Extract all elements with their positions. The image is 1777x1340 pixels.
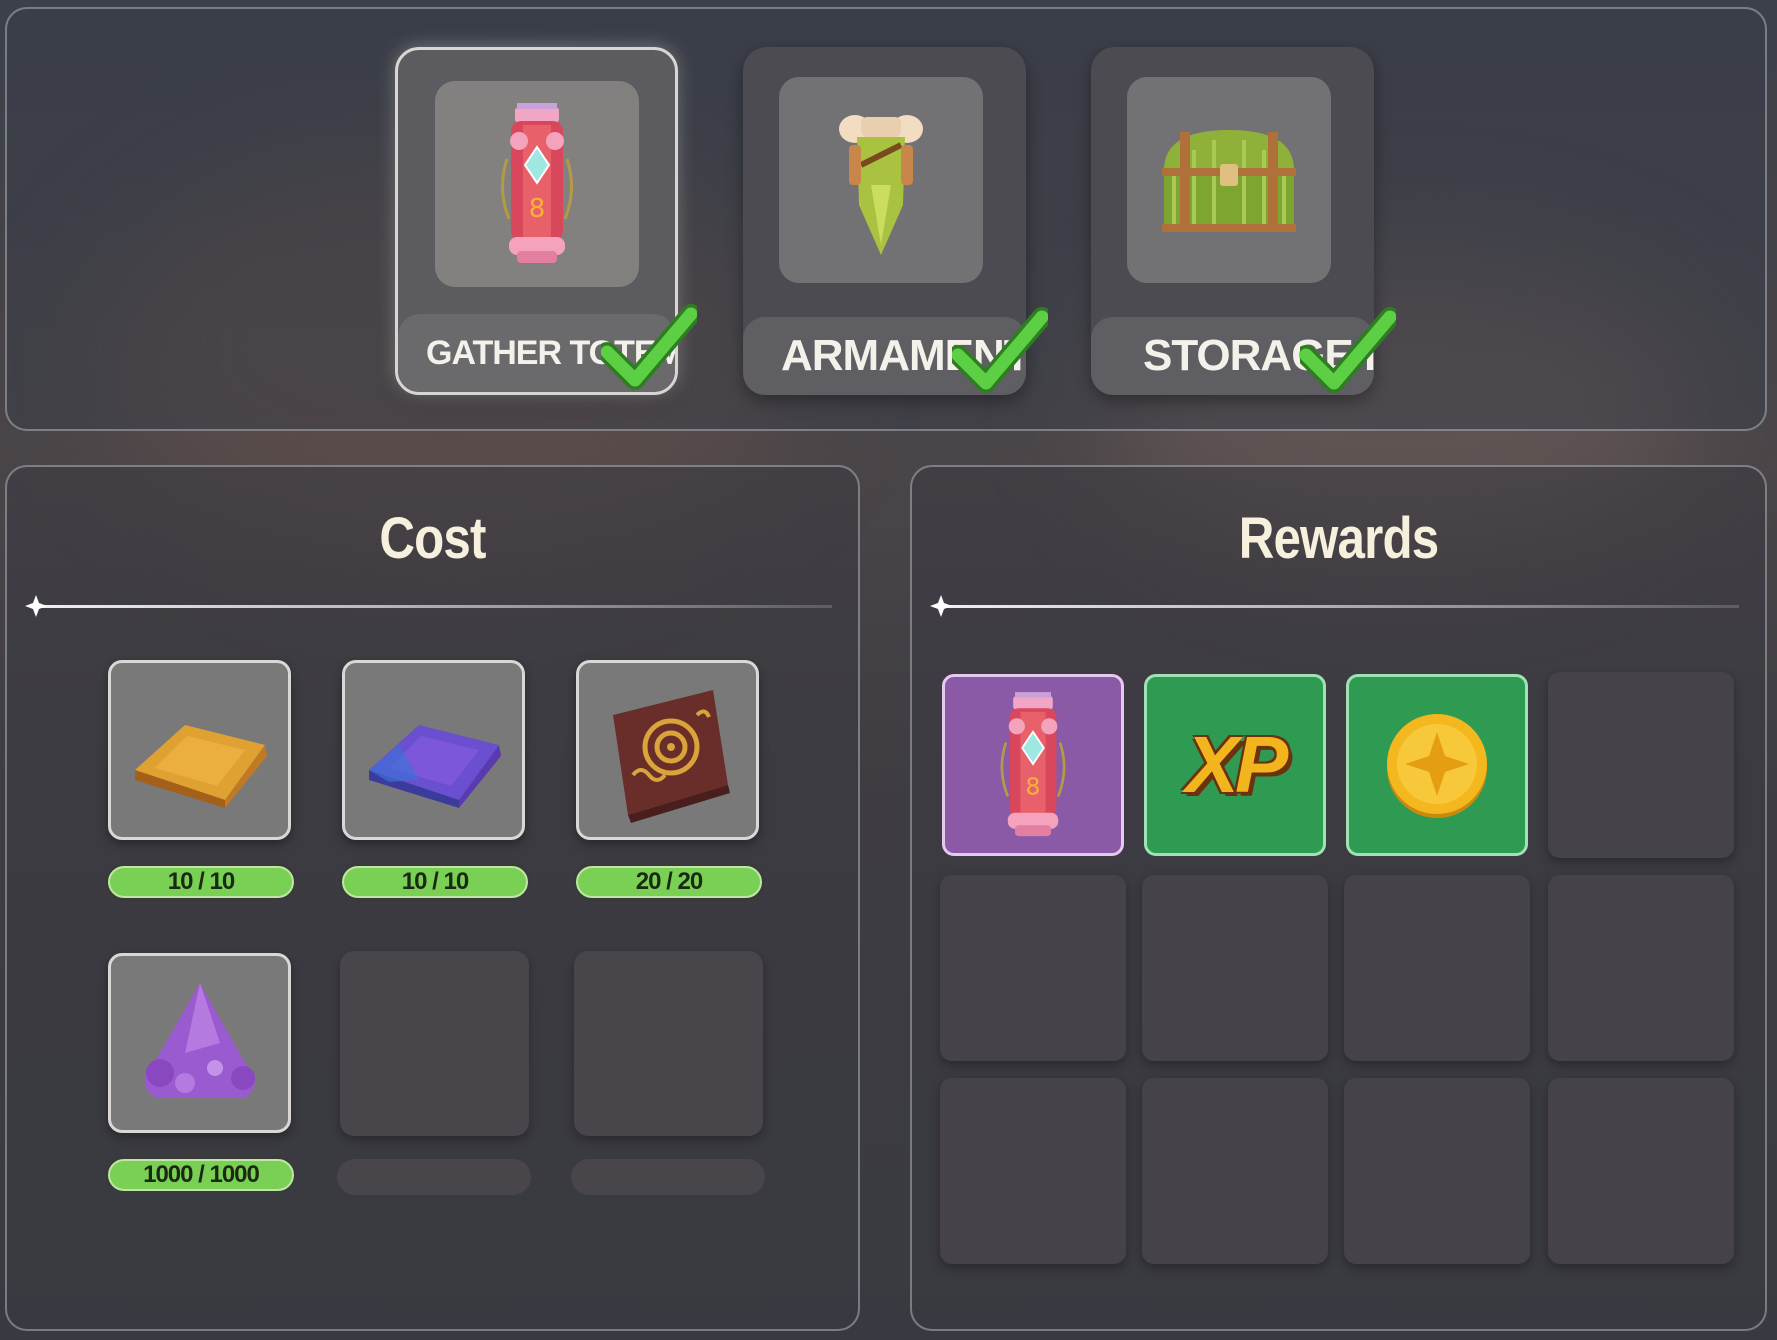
reward-slot-empty (1344, 1078, 1530, 1264)
upgrade-card-image: 8 (435, 81, 639, 287)
reward-slot-empty (940, 1078, 1126, 1264)
reward-slot-empty (1142, 875, 1328, 1061)
reward-slot-empty (940, 875, 1126, 1061)
rewards-panel: Rewards 8 XP (910, 465, 1767, 1331)
cost-item-progress: 20 / 20 (573, 863, 765, 901)
divider-star-icon (25, 595, 47, 617)
cost-item-blue-ingot[interactable] (342, 660, 525, 840)
cost-item-gold-ingot[interactable] (108, 660, 291, 840)
svg-text:8: 8 (529, 194, 546, 224)
cost-slot-empty (340, 951, 529, 1136)
cost-slot-empty-bar (571, 1159, 765, 1195)
purple-crystal-icon (143, 983, 255, 1098)
reward-slot-empty (1142, 1078, 1328, 1264)
upgrade-selector-panel: 8 GATHER TOTEM II (5, 7, 1767, 431)
cost-slot-empty (574, 951, 763, 1136)
reward-slot-empty (1548, 875, 1734, 1061)
gold-ingot-icon (134, 725, 267, 808)
reward-slot-empty (1548, 1078, 1734, 1264)
cost-title: Cost (379, 506, 486, 571)
gold-coin-icon (1387, 714, 1487, 818)
cost-divider (25, 595, 832, 617)
reward-xp[interactable]: XP (1144, 674, 1326, 856)
cost-item-progress: 10 / 10 (339, 863, 531, 901)
upgrade-card-gather-totem[interactable]: 8 GATHER TOTEM II (395, 47, 697, 395)
rune-tablet-icon (612, 690, 730, 823)
checkmark-icon (952, 307, 1048, 393)
totem-icon: 8 (1000, 692, 1066, 837)
reward-totem[interactable]: 8 (942, 674, 1124, 856)
reward-gold-coin[interactable] (1346, 674, 1528, 856)
xp-icon: XP (1185, 720, 1289, 809)
svg-text:8: 8 (1026, 773, 1041, 801)
cost-item-progress: 1000 / 1000 (105, 1156, 297, 1194)
checkmark-icon (1300, 307, 1396, 393)
reward-slot-empty (1344, 875, 1530, 1061)
cost-item-rune-tablet[interactable] (576, 660, 759, 840)
upgrade-card-storage[interactable]: STORAGE II (1091, 47, 1396, 395)
armor-icon (839, 115, 923, 255)
totem-icon: 8 (501, 103, 573, 263)
upgrade-card-armament[interactable]: ARMAMENT II (743, 47, 1048, 395)
chest-icon (1162, 130, 1296, 232)
upgrade-card-image (1127, 77, 1331, 283)
divider-star-icon (930, 595, 952, 617)
rewards-divider (930, 595, 1739, 617)
rewards-title: Rewards (1238, 506, 1439, 571)
checkmark-icon (601, 304, 697, 390)
cost-item-progress: 10 / 10 (105, 863, 297, 901)
reward-slot-empty (1548, 672, 1734, 858)
upgrade-card-image (779, 77, 983, 283)
cost-panel: Cost 10 / 10 10 / 10 20 / 20 1000 / 1000 (5, 465, 860, 1331)
cost-item-purple-crystal[interactable] (108, 953, 291, 1133)
blue-ingot-icon (368, 725, 501, 808)
cost-slot-empty-bar (337, 1159, 531, 1195)
